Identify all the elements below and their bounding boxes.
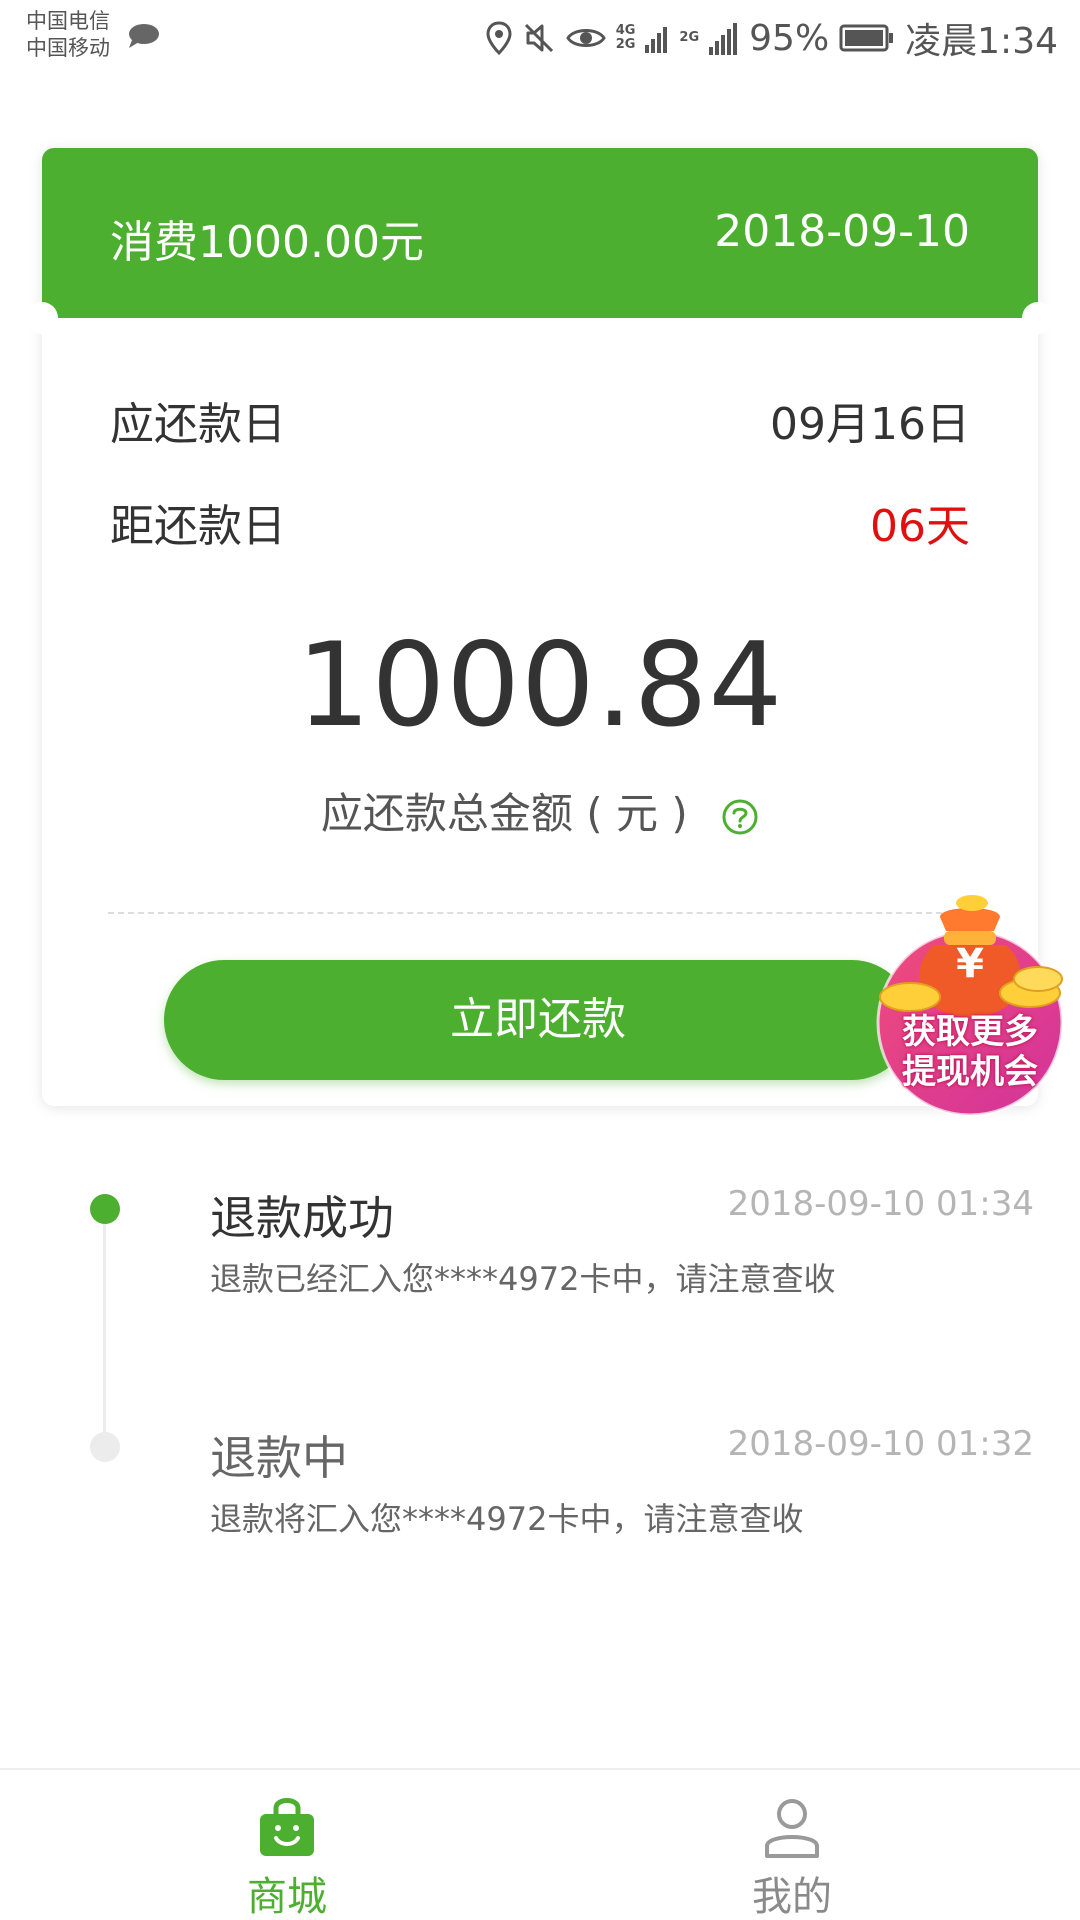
timeline-item-desc: 退款已经汇入您****4972卡中，请注意查收	[210, 1260, 836, 1298]
repay-now-button[interactable]: 立即还款	[164, 960, 912, 1080]
timeline-item-title: 退款成功	[210, 1191, 394, 1245]
card-notch-right	[1022, 302, 1054, 334]
signal-icon	[709, 23, 738, 55]
promo-symbol: ¥	[956, 941, 984, 987]
card-notch-left	[26, 302, 58, 334]
nav-tab-shop-label: 商城	[247, 1874, 327, 1920]
carrier-info: 中国电信 中国移动	[26, 8, 110, 62]
total-amount: 1000.84	[296, 618, 784, 753]
divider	[108, 912, 972, 914]
promo-line-1: 获取更多	[902, 1012, 1038, 1052]
nav-tab-mine-label: 我的	[752, 1874, 832, 1920]
bottom-nav: 商城 我的	[0, 1768, 1080, 1920]
signal-icon	[645, 27, 668, 53]
carrier-2: 中国移动	[26, 36, 110, 60]
due-date-value: 09月16日	[770, 399, 970, 450]
timeline-item-time: 2018-09-10 01:32	[727, 1424, 1034, 1464]
promo-badge[interactable]: ¥ 获取更多 提现机会	[870, 895, 1070, 1117]
status-icons: 4G 2G 2G 95% 凌晨1:34	[486, 14, 1058, 62]
user-icon	[765, 1799, 819, 1858]
carrier-1: 中国电信	[26, 9, 110, 33]
location-icon	[486, 21, 512, 55]
timeline-item-time: 2018-09-10 01:34	[727, 1184, 1034, 1224]
consumption-date: 2018-09-10	[714, 206, 970, 257]
message-icon	[129, 24, 159, 48]
status-bar: 中国电信 中国移动 4G 2G 2G 95% 凌晨1:34	[0, 0, 1080, 80]
battery-percent: 95%	[749, 17, 830, 59]
total-amount-label: 应还款总金额 ( 元 )	[320, 789, 688, 838]
timeline-dot-active	[90, 1194, 120, 1224]
timeline-line	[103, 1218, 106, 1450]
timeline-dot-inactive	[90, 1432, 120, 1462]
clock: 凌晨1:34	[905, 21, 1058, 62]
eye-icon	[565, 29, 606, 47]
network-1: 4G 2G	[615, 23, 636, 52]
network-2: 2G	[679, 30, 700, 45]
consumption-amount: 消费1000.00元	[110, 217, 424, 268]
help-icon[interactable]	[721, 798, 759, 836]
days-remaining-label: 距还款日	[110, 501, 286, 552]
nav-tab-mine[interactable]: 我的	[642, 1770, 942, 1920]
nav-tab-shop[interactable]: 商城	[137, 1770, 437, 1920]
total-amount-label-row: 应还款总金额 ( 元 )	[42, 780, 1038, 841]
mute-icon	[524, 23, 553, 53]
bill-card-header: 消费1000.00元 2018-09-10	[42, 148, 1038, 318]
timeline-item-desc: 退款将汇入您****4972卡中，请注意查收	[210, 1500, 804, 1538]
timeline-item-title: 退款中	[210, 1431, 348, 1485]
shopping-bag-icon	[260, 1798, 314, 1856]
promo-line-2: 提现机会	[902, 1052, 1038, 1092]
days-remaining-value: 06天	[870, 501, 970, 552]
due-date-label: 应还款日	[110, 399, 286, 450]
battery-icon	[839, 24, 894, 52]
